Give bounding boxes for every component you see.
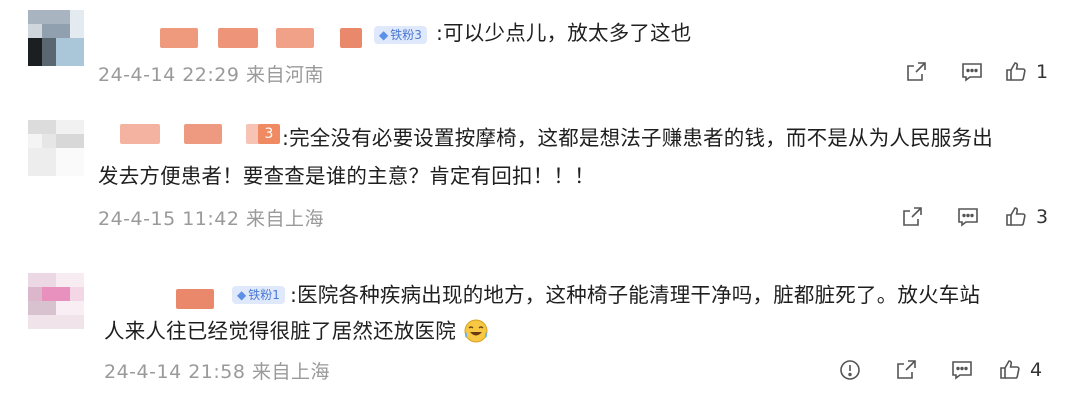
fan-badge: ◆ 铁粉3: [374, 26, 427, 44]
badge-fragment: 3: [258, 124, 280, 144]
laugh-cry-emoji: [464, 319, 488, 343]
username-redacted[interactable]: [160, 28, 362, 48]
comment-button[interactable]: [934, 355, 990, 385]
comment-icon: [952, 361, 972, 380]
comment-meta: 24-4-14 22:29 来自河南: [98, 64, 324, 86]
username-redacted[interactable]: [176, 289, 214, 309]
like-button[interactable]: 3: [1004, 205, 1048, 229]
share-button[interactable]: [884, 202, 940, 232]
avatar[interactable]: [28, 273, 84, 329]
avatar[interactable]: [28, 10, 84, 66]
comment-text-continued: 发去方便患者！要查查是谁的主意？肯定有回扣！！！: [98, 164, 595, 188]
diamond-icon: ◆: [379, 28, 389, 42]
comment-text-continued: 人来人往已经觉得很脏了居然还放医院: [104, 313, 489, 349]
like-icon: [1006, 207, 1026, 226]
share-button[interactable]: [888, 57, 944, 87]
comment-actions: 3: [884, 202, 1048, 232]
comment-icon: [958, 208, 978, 227]
comment-meta: 24-4-15 11:42 来自上海: [98, 208, 324, 230]
comment-icon: [962, 63, 982, 82]
comment-text: :完全没有必要设置按摩椅，这都是想法子赚患者的钱，而不是从为人民服务出: [282, 126, 993, 150]
like-count: 4: [1030, 359, 1043, 381]
fan-badge: ◆ 铁粉1: [232, 286, 285, 304]
report-button[interactable]: [822, 355, 878, 385]
like-count: 3: [1036, 206, 1049, 228]
report-icon: [840, 360, 860, 380]
like-icon: [1006, 62, 1026, 81]
like-count: 1: [1036, 61, 1049, 83]
avatar[interactable]: [28, 120, 84, 176]
comment-item: ◆ 铁粉1 :医院各种疾病出现的地方，这种椅子能清理干净吗，脏都脏死了。放火车站 …: [0, 255, 1080, 413]
diamond-icon: ◆: [237, 288, 247, 302]
comment-text: :可以少点儿，放太多了这也: [436, 21, 692, 45]
comment-meta: 24-4-14 21:58 来自上海: [104, 361, 330, 383]
share-icon: [897, 360, 916, 379]
like-button[interactable]: 4: [998, 358, 1042, 382]
like-button[interactable]: 1: [1004, 60, 1048, 84]
comment-button[interactable]: [944, 57, 1000, 87]
username-redacted[interactable]: [120, 124, 276, 144]
share-button[interactable]: [878, 355, 934, 385]
comment-actions: 4: [822, 355, 1042, 385]
like-icon: [1000, 360, 1020, 379]
comment-item: 3 :完全没有必要设置按摩椅，这都是想法子赚患者的钱，而不是从为人民服务出 发去…: [0, 100, 1080, 250]
share-icon: [903, 207, 922, 226]
comment-item: ◆ 铁粉3 :可以少点儿，放太多了这也 24-4-14 22:29 来自河南 1: [0, 0, 1080, 100]
share-icon: [907, 62, 926, 81]
comment-button[interactable]: [940, 202, 996, 232]
comment-actions: 1: [888, 57, 1048, 87]
comment-text: :医院各种疾病出现的地方，这种椅子能清理干净吗，脏都脏死了。放火车站: [290, 283, 981, 307]
